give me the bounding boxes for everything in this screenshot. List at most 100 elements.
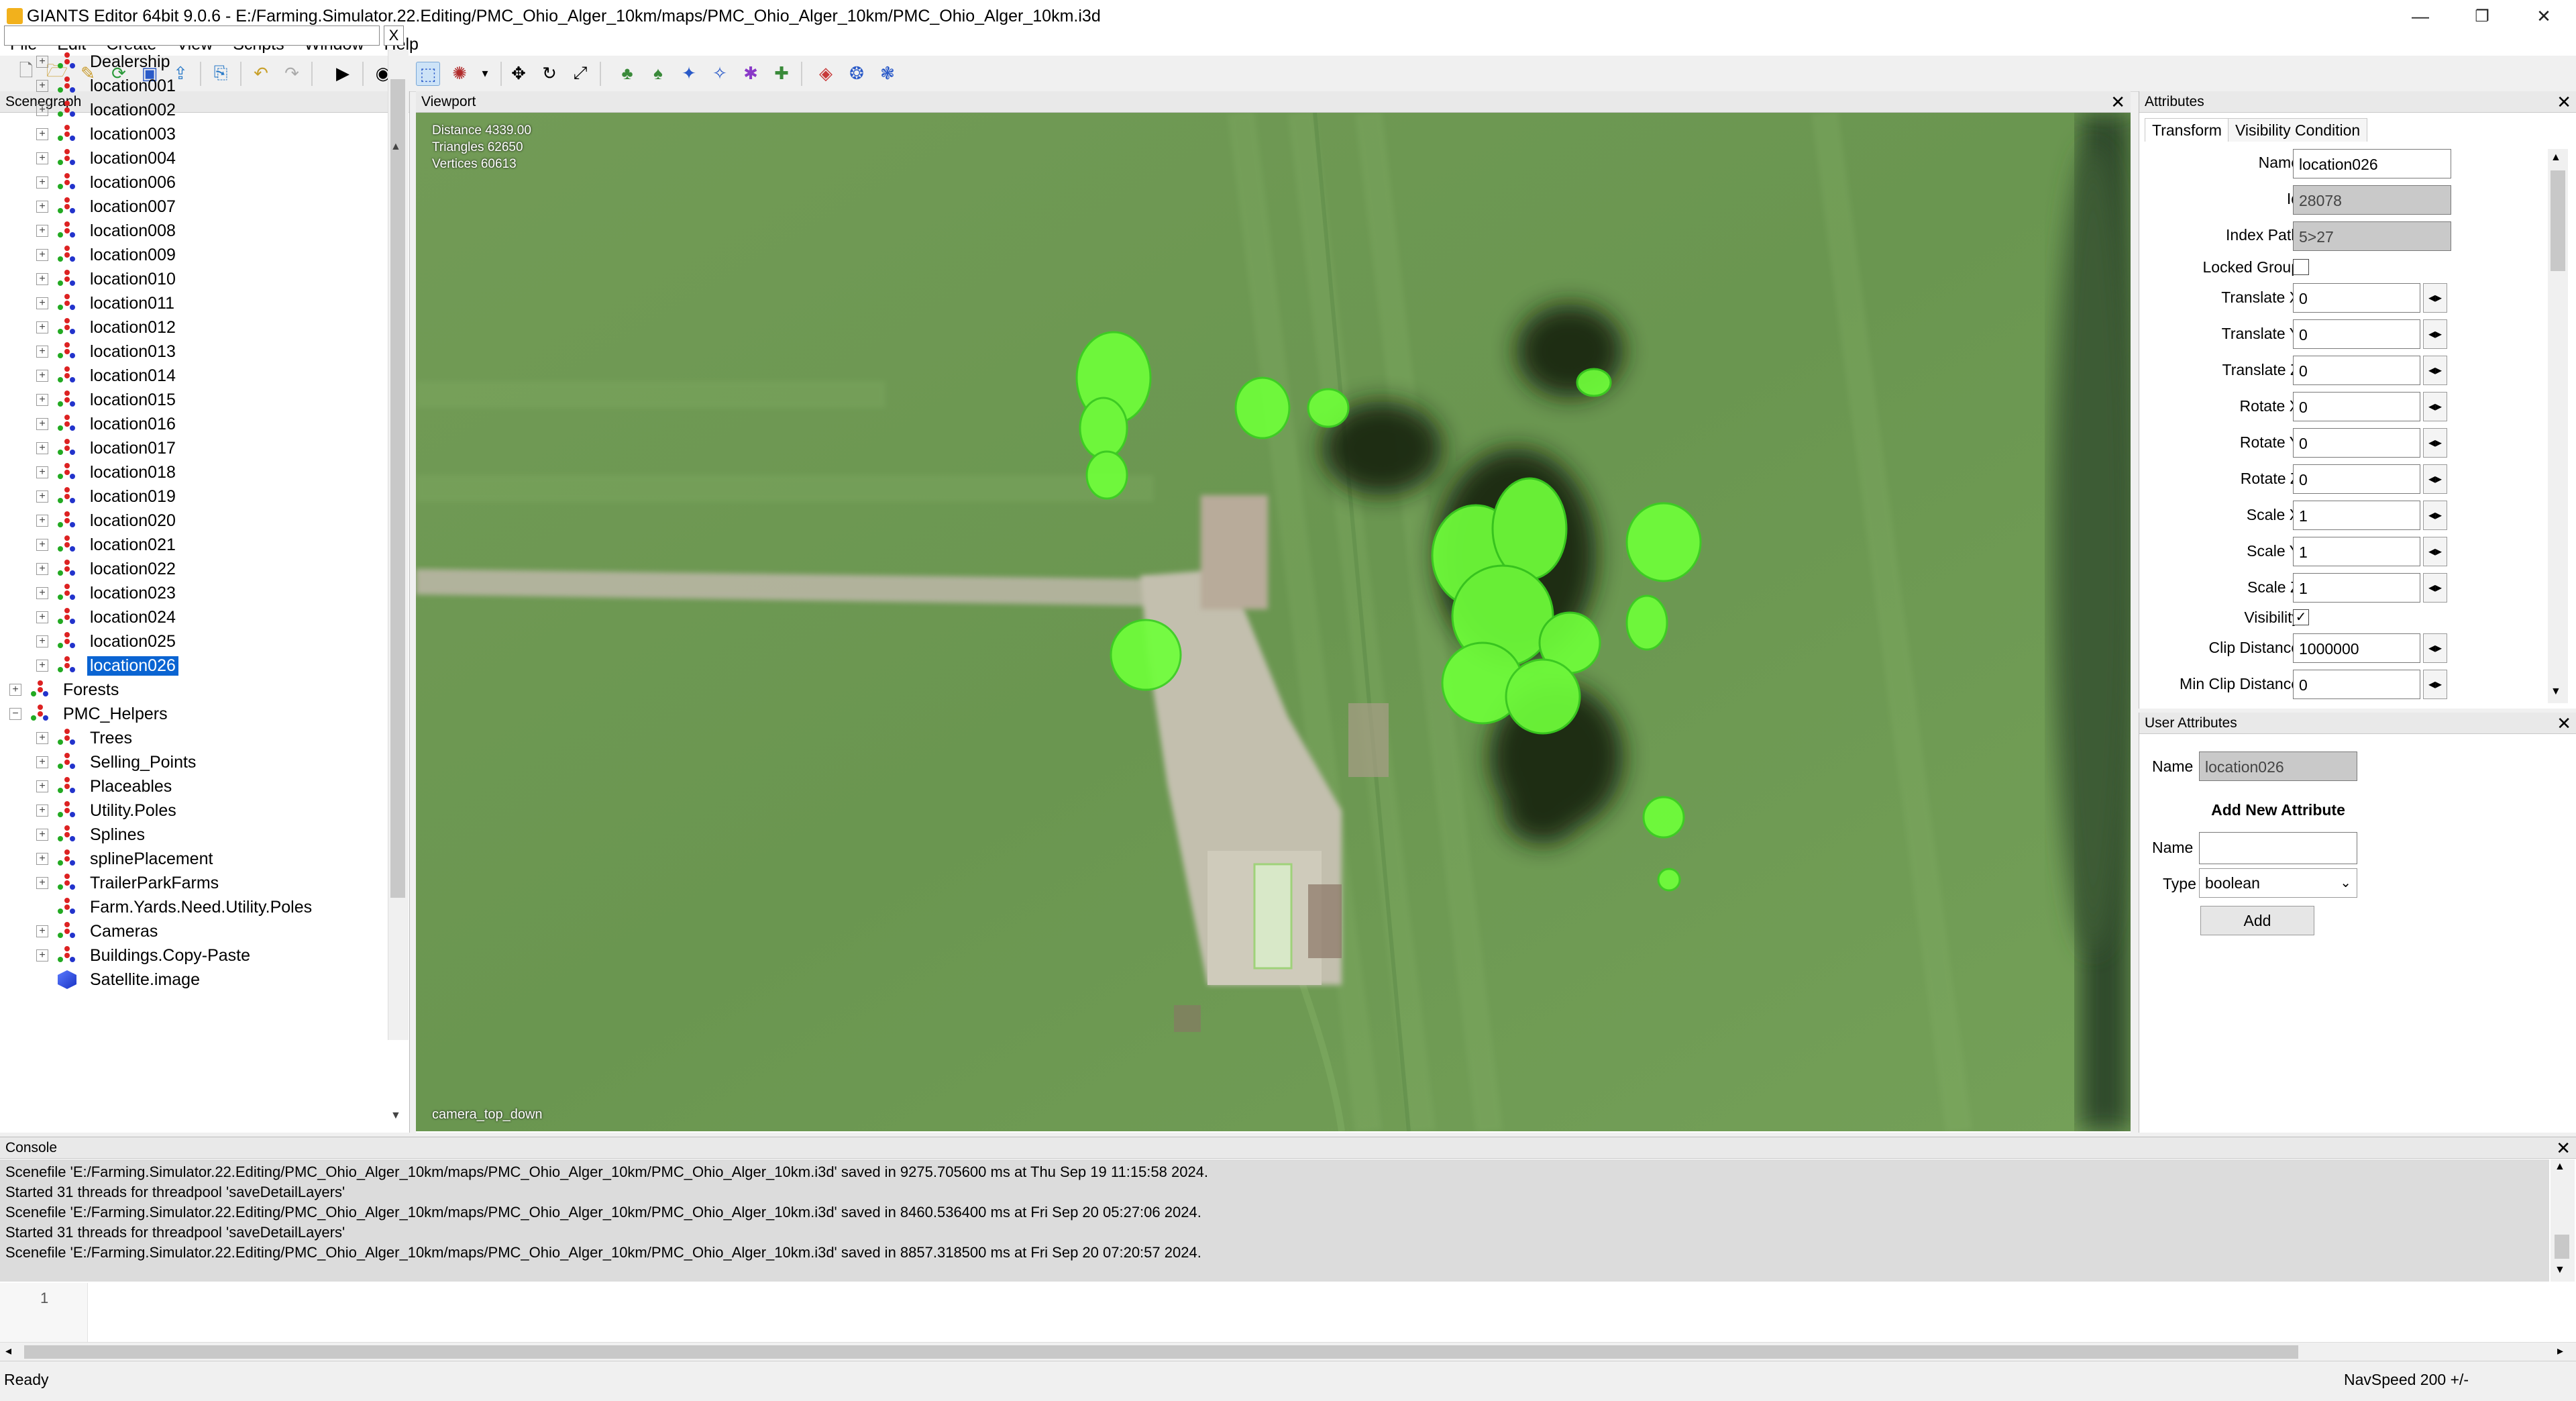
tree-node[interactable]: + location012 <box>36 315 178 340</box>
rotate-x-stepper[interactable]: ◂▸ <box>2423 392 2447 421</box>
viewport-canvas[interactable] <box>416 113 2131 1131</box>
tree-node-label[interactable]: Utility.Poles <box>87 801 179 821</box>
name-field[interactable]: location026 <box>2293 149 2451 178</box>
expand-icon[interactable]: + <box>36 805 48 817</box>
tree-node-label[interactable]: location010 <box>87 270 178 289</box>
scrollbar-thumb[interactable] <box>390 79 405 898</box>
tree-node-label[interactable]: location026 <box>87 655 179 676</box>
expand-icon[interactable]: + <box>36 201 48 213</box>
tree-node[interactable]: + location018 <box>36 460 178 484</box>
tree-node[interactable]: + location011 <box>36 291 177 315</box>
expand-icon[interactable]: + <box>36 925 48 937</box>
tree-node-label[interactable]: location002 <box>87 101 178 120</box>
tree-node[interactable]: + Selling_Points <box>36 750 199 774</box>
expand-icon[interactable]: + <box>36 515 48 527</box>
tree-node[interactable]: + location020 <box>36 509 178 533</box>
expand-icon[interactable]: + <box>36 949 48 962</box>
translate-z-stepper[interactable]: ◂▸ <box>2423 356 2447 385</box>
tree-node[interactable]: + location014 <box>36 364 178 388</box>
scale-x-stepper[interactable]: ◂▸ <box>2423 501 2447 530</box>
tree-node[interactable]: + location016 <box>36 412 178 436</box>
tree-node-label[interactable]: splinePlacement <box>87 849 215 869</box>
tree-node-label[interactable]: location015 <box>87 391 178 410</box>
expand-icon[interactable]: + <box>36 756 48 768</box>
tree-node[interactable]: + location026 <box>36 654 179 678</box>
expand-icon[interactable]: + <box>36 587 48 599</box>
expand-icon[interactable]: + <box>36 611 48 623</box>
scroll-down-icon[interactable]: ▼ <box>2555 1264 2565 1276</box>
scrollbar-thumb[interactable] <box>2555 1235 2569 1259</box>
tree-node-label[interactable]: Splines <box>87 825 148 845</box>
scroll-left-icon[interactable]: ◂ <box>5 1344 11 1358</box>
rotate-icon[interactable]: ↻ <box>538 62 561 85</box>
expand-icon[interactable]: + <box>36 539 48 551</box>
tree-node-label[interactable]: location019 <box>87 487 178 507</box>
collapse-icon[interactable]: − <box>9 708 21 720</box>
scroll-down-icon[interactable]: ▼ <box>390 1110 401 1122</box>
tree-node[interactable]: − PMC_Helpers <box>9 702 170 726</box>
tree-node-label[interactable]: location013 <box>87 342 178 362</box>
scrollbar-thumb[interactable] <box>2551 170 2565 271</box>
expand-icon[interactable]: + <box>36 297 48 309</box>
rotate-y-field[interactable]: 0 <box>2293 428 2420 458</box>
tree-node[interactable]: Satellite.image <box>36 968 203 992</box>
tree-node-label[interactable]: Buildings.Copy-Paste <box>87 946 253 966</box>
tree-node-label[interactable]: location011 <box>87 294 177 313</box>
rotate-z-field[interactable]: 0 <box>2293 464 2420 494</box>
scale-y-field[interactable]: 1 <box>2293 537 2420 566</box>
expand-icon[interactable]: + <box>36 829 48 841</box>
clip-distance-field[interactable]: 1000000 <box>2293 633 2420 663</box>
tree-node-label[interactable]: location022 <box>87 560 178 579</box>
tree-node[interactable]: + location006 <box>36 170 178 195</box>
tree-node[interactable]: + Placeables <box>36 774 174 798</box>
tree-node-label[interactable]: location024 <box>87 608 178 627</box>
type-select[interactable]: boolean ⌄ <box>2199 868 2357 898</box>
expand-icon[interactable]: + <box>36 442 48 454</box>
expand-icon[interactable]: + <box>36 104 48 116</box>
tree-node[interactable]: + location023 <box>36 581 178 605</box>
expand-icon[interactable]: + <box>36 56 48 68</box>
expand-icon[interactable]: + <box>36 418 48 430</box>
close-icon[interactable]: ✕ <box>2110 91 2125 113</box>
close-icon[interactable]: ✕ <box>2557 713 2571 734</box>
expand-icon[interactable]: + <box>36 176 48 189</box>
add-attribute-button[interactable]: Add <box>2200 906 2314 935</box>
tree-node[interactable]: + Splines <box>36 823 148 847</box>
tree-node-label[interactable]: location006 <box>87 173 178 193</box>
expand-icon[interactable]: + <box>36 249 48 261</box>
tree-node[interactable]: + location010 <box>36 267 178 291</box>
tree-node-label[interactable]: location014 <box>87 366 178 386</box>
tree-node[interactable]: + location025 <box>36 629 178 654</box>
tree-node[interactable]: + location019 <box>36 484 178 509</box>
tree-node-label[interactable]: location001 <box>87 76 178 96</box>
tree-node-label[interactable]: location004 <box>87 149 178 168</box>
close-window-button[interactable]: ✕ <box>2513 0 2575 33</box>
tab-transform[interactable]: Transform <box>2145 118 2229 142</box>
move-icon[interactable]: ✥ <box>507 62 530 85</box>
expand-icon[interactable]: + <box>36 273 48 285</box>
expand-icon[interactable]: + <box>36 225 48 237</box>
tree-node[interactable]: + TrailerParkFarms <box>36 871 221 895</box>
tree-node[interactable]: + Dealership <box>36 50 173 74</box>
scroll-right-icon[interactable]: ▸ <box>2557 1344 2563 1358</box>
min-clip-distance-stepper[interactable]: ◂▸ <box>2423 670 2447 699</box>
min-clip-distance-field[interactable]: 0 <box>2293 670 2420 699</box>
tool1-icon[interactable]: ♣ <box>616 62 639 85</box>
locked-group-checkbox[interactable] <box>2293 259 2309 275</box>
scale-icon[interactable]: ⤢ <box>569 62 592 85</box>
expand-icon[interactable]: + <box>36 780 48 792</box>
expand-icon[interactable]: + <box>36 466 48 478</box>
expand-icon[interactable]: + <box>36 80 48 92</box>
tree-node[interactable]: + location022 <box>36 557 178 581</box>
terrain-brush-icon[interactable]: ✺ <box>448 62 471 85</box>
expand-icon[interactable]: + <box>36 128 48 140</box>
tree-node-label[interactable]: location009 <box>87 246 178 265</box>
dropdown-arrow-icon[interactable]: ▾ <box>474 62 496 85</box>
expand-icon[interactable]: + <box>36 490 48 503</box>
clip-distance-stepper[interactable]: ◂▸ <box>2423 633 2447 663</box>
tree-node[interactable]: + Buildings.Copy-Paste <box>36 943 253 968</box>
tree-node-label[interactable]: Forests <box>60 680 121 700</box>
tool6-icon[interactable]: ✚ <box>770 62 793 85</box>
scenegraph-search-input[interactable] <box>4 25 380 46</box>
scroll-up-icon[interactable]: ▲ <box>390 141 401 153</box>
